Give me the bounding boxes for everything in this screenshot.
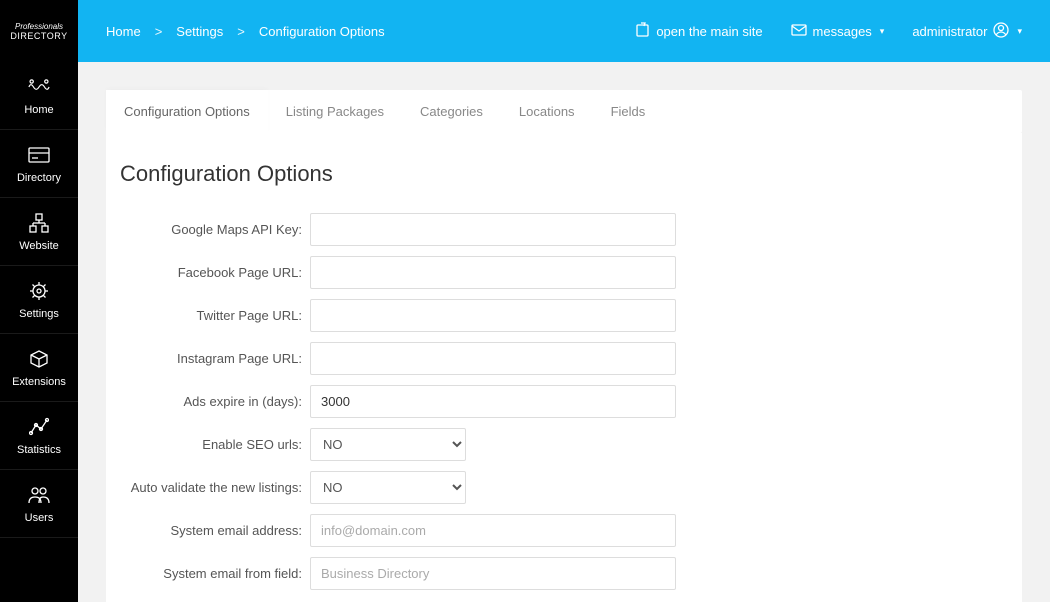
sidebar-item-directory[interactable]: Directory — [0, 130, 78, 198]
sidebar-item-extensions[interactable]: Extensions — [0, 334, 78, 402]
mail-icon — [791, 24, 807, 39]
breadcrumb: Home > Settings > Configuration Options — [106, 24, 385, 39]
topbar: Home > Settings > Configuration Options … — [78, 0, 1050, 62]
form-row-google-maps: Google Maps API Key: — [120, 213, 1008, 246]
twitter-input[interactable] — [310, 299, 676, 332]
sidebar-item-label: Users — [25, 512, 54, 524]
tabs: Configuration Options Listing Packages C… — [106, 90, 1022, 133]
instagram-input[interactable] — [310, 342, 676, 375]
sidebar-item-users[interactable]: Users — [0, 470, 78, 538]
sidebar-item-home[interactable]: Home — [0, 62, 78, 130]
chevron-down-icon: ▾ — [880, 26, 885, 37]
user-avatar-icon — [993, 22, 1009, 41]
form-row-twitter: Twitter Page URL: — [120, 299, 1008, 332]
external-link-icon — [635, 22, 650, 40]
instagram-label: Instagram Page URL: — [120, 351, 310, 366]
system-email-from-label: System email from field: — [120, 566, 310, 581]
directory-icon — [28, 144, 50, 166]
logo-line1: Professionals — [15, 22, 63, 31]
sidebar-item-label: Home — [24, 104, 53, 116]
facebook-input[interactable] — [310, 256, 676, 289]
ads-expire-input[interactable] — [310, 385, 676, 418]
home-icon — [28, 76, 50, 98]
seo-select[interactable]: NO — [310, 428, 466, 461]
content: Configuration Options Listing Packages C… — [78, 62, 1050, 602]
google-maps-input[interactable] — [310, 213, 676, 246]
system-email-label: System email address: — [120, 523, 310, 538]
box-icon — [28, 348, 50, 370]
sidebar-item-label: Website — [19, 240, 59, 252]
sidebar: Professionals DIRECTORY Home Directory W… — [0, 0, 78, 602]
breadcrumb-sep: > — [155, 24, 163, 39]
sidebar-item-label: Extensions — [12, 376, 66, 388]
logo: Professionals DIRECTORY — [0, 0, 78, 62]
form-row-system-email-from: System email from field: — [120, 557, 1008, 590]
user-menu[interactable]: administrator ▾ — [912, 22, 1022, 41]
sidebar-item-label: Statistics — [17, 444, 61, 456]
auto-validate-select[interactable]: NO — [310, 471, 466, 504]
google-maps-label: Google Maps API Key: — [120, 222, 310, 237]
form-row-auto-validate: Auto validate the new listings: NO — [120, 471, 1008, 504]
ads-expire-label: Ads expire in (days): — [120, 394, 310, 409]
topbar-right: open the main site messages ▾ administra… — [635, 22, 1022, 41]
sidebar-item-settings[interactable]: Settings — [0, 266, 78, 334]
form-row-facebook: Facebook Page URL: — [120, 256, 1008, 289]
seo-label: Enable SEO urls: — [120, 437, 310, 452]
main: Home > Settings > Configuration Options … — [78, 0, 1050, 602]
form-row-ads-expire: Ads expire in (days): — [120, 385, 1008, 418]
system-email-from-input[interactable] — [310, 557, 676, 590]
sidebar-item-label: Settings — [19, 308, 59, 320]
page-title: Configuration Options — [120, 161, 1008, 187]
tab-configuration-options[interactable]: Configuration Options — [106, 90, 268, 133]
gear-icon — [28, 280, 50, 302]
user-label: administrator — [912, 24, 987, 39]
breadcrumb-settings[interactable]: Settings — [176, 24, 223, 39]
breadcrumb-current: Configuration Options — [259, 24, 385, 39]
tab-fields[interactable]: Fields — [593, 90, 664, 133]
website-icon — [28, 212, 50, 234]
tab-listing-packages[interactable]: Listing Packages — [268, 90, 402, 133]
open-site-link[interactable]: open the main site — [635, 22, 762, 40]
users-icon — [28, 484, 50, 506]
form-row-instagram: Instagram Page URL: — [120, 342, 1008, 375]
stats-icon — [28, 416, 50, 438]
breadcrumb-sep: > — [237, 24, 245, 39]
breadcrumb-home[interactable]: Home — [106, 24, 141, 39]
form-row-seo: Enable SEO urls: NO — [120, 428, 1008, 461]
messages-label: messages — [813, 24, 872, 39]
system-email-input[interactable] — [310, 514, 676, 547]
sidebar-item-statistics[interactable]: Statistics — [0, 402, 78, 470]
sidebar-item-label: Directory — [17, 172, 61, 184]
tab-locations[interactable]: Locations — [501, 90, 593, 133]
messages-link[interactable]: messages ▾ — [791, 24, 885, 39]
open-site-label: open the main site — [656, 24, 762, 39]
form-card: Configuration Options Google Maps API Ke… — [106, 133, 1022, 602]
logo-line2: DIRECTORY — [10, 31, 67, 41]
twitter-label: Twitter Page URL: — [120, 308, 310, 323]
form-row-system-email: System email address: — [120, 514, 1008, 547]
auto-validate-label: Auto validate the new listings: — [120, 480, 310, 495]
tab-categories[interactable]: Categories — [402, 90, 501, 133]
sidebar-item-website[interactable]: Website — [0, 198, 78, 266]
chevron-down-icon: ▾ — [1017, 26, 1022, 37]
facebook-label: Facebook Page URL: — [120, 265, 310, 280]
